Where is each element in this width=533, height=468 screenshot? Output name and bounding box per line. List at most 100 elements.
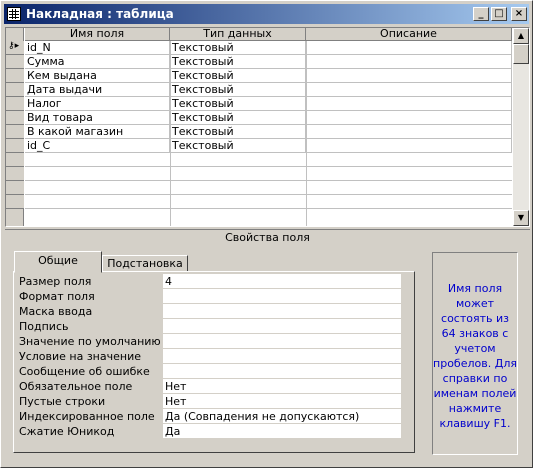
property-label: Пустые строки	[19, 395, 106, 408]
field-name-cell[interactable]: Кем выдана	[25, 69, 170, 83]
property-row: Значение по умолчанию	[19, 334, 402, 349]
property-label: Обязательное поле	[19, 380, 133, 393]
data-type-cell[interactable]: Текстовый	[170, 97, 306, 111]
property-label: Подпись	[19, 320, 69, 333]
property-label: Формат поля	[19, 290, 95, 303]
row-selector[interactable]	[6, 195, 24, 209]
vertical-scrollbar[interactable]: ▲ ▼	[513, 28, 529, 226]
description-cell[interactable]	[306, 97, 512, 111]
maximize-button[interactable]: □	[491, 7, 507, 21]
description-cell[interactable]	[306, 139, 512, 153]
property-value-field[interactable]: Нет	[163, 394, 401, 408]
property-value-field[interactable]: Нет	[163, 379, 401, 393]
title-bar[interactable]: Накладная : таблица _ □ ×	[4, 4, 529, 24]
column-header-description[interactable]: Описание	[306, 28, 512, 41]
field-name-cell[interactable]: Вид товара	[25, 111, 170, 125]
field-name-cell[interactable]: Дата выдачи	[25, 83, 170, 97]
table-row[interactable]: Сумма Текстовый	[25, 55, 512, 69]
minimize-button[interactable]: _	[473, 7, 489, 21]
row-selector[interactable]	[6, 83, 24, 97]
scroll-down-icon[interactable]: ▼	[513, 210, 529, 226]
scroll-up-icon[interactable]: ▲	[513, 28, 529, 44]
table-row[interactable]	[25, 181, 512, 195]
table-icon	[7, 7, 21, 21]
column-header-field-name[interactable]: Имя поля	[25, 28, 170, 41]
row-selector[interactable]	[6, 69, 24, 83]
row-selector[interactable]	[6, 181, 24, 195]
field-name-cell[interactable]: id_C	[25, 139, 170, 153]
data-type-cell[interactable]: Текстовый	[170, 69, 306, 83]
data-type-cell[interactable]: Текстовый	[170, 55, 306, 69]
data-type-cell[interactable]: Текстовый	[170, 125, 306, 139]
row-selector[interactable]	[6, 111, 24, 125]
table-row[interactable]: id_N Текстовый	[25, 41, 512, 55]
field-name-cell[interactable]: В какой магазин	[25, 125, 170, 139]
description-cell[interactable]	[306, 69, 512, 83]
property-value-field[interactable]	[163, 334, 401, 348]
property-row: Маска ввода	[19, 304, 402, 319]
property-value-field[interactable]	[163, 289, 401, 303]
column-header-data-type[interactable]: Тип данных	[170, 28, 306, 41]
field-grid: Имя поля Тип данных Описание ⚷▸ id_N Текст…	[5, 27, 530, 227]
window-title: Накладная : таблица	[26, 7, 174, 21]
row-selector[interactable]	[6, 167, 24, 181]
row-selector[interactable]	[6, 139, 24, 153]
data-type-cell[interactable]: Текстовый	[170, 83, 306, 97]
description-cell[interactable]	[306, 41, 512, 55]
description-cell[interactable]	[306, 111, 512, 125]
tab-lookup[interactable]: Подстановка	[102, 255, 188, 272]
table-row[interactable]: В какой магазин Текстовый	[25, 125, 512, 139]
table-row[interactable]	[25, 167, 512, 181]
data-type-cell[interactable]: Текстовый	[170, 41, 306, 55]
row-selector[interactable]	[6, 153, 24, 167]
row-selector[interactable]	[6, 97, 24, 111]
description-cell[interactable]	[306, 55, 512, 69]
row-selector[interactable]: ⚷▸	[6, 41, 24, 55]
description-cell[interactable]	[306, 83, 512, 97]
scroll-thumb[interactable]	[513, 44, 529, 64]
table-row[interactable]	[25, 195, 512, 209]
description-cell[interactable]	[306, 125, 512, 139]
property-value-field[interactable]	[163, 304, 401, 318]
field-name-cell[interactable]: Налог	[25, 97, 170, 111]
property-label: Сообщение об ошибке	[19, 365, 150, 378]
property-label: Размер поля	[19, 275, 92, 288]
field-name-cell[interactable]: id_N	[25, 41, 170, 55]
property-value-field[interactable]	[163, 349, 401, 363]
table-row[interactable]: Дата выдачи Текстовый	[25, 83, 512, 97]
property-label: Сжатие Юникод	[19, 425, 115, 438]
row-selector[interactable]	[6, 55, 24, 69]
table-row[interactable]	[25, 153, 512, 167]
tab-general[interactable]: Общие	[14, 251, 102, 273]
data-type-cell[interactable]: Текстовый	[170, 111, 306, 125]
data-type-cell[interactable]: Текстовый	[170, 139, 306, 153]
field-properties-title: Свойства поля	[5, 229, 530, 245]
property-row: Размер поля 4	[19, 274, 402, 289]
table-row[interactable]: id_C Текстовый	[25, 139, 512, 153]
property-value-field[interactable]	[163, 319, 401, 333]
close-button[interactable]: ×	[511, 7, 527, 21]
table-row[interactable]: Налог Текстовый	[25, 97, 512, 111]
property-row: Обязательное поле Нет	[19, 379, 402, 394]
table-design-window: Накладная : таблица _ □ × Имя поля Тип д…	[0, 0, 533, 468]
property-label: Индексированное поле	[19, 410, 155, 423]
property-value-field[interactable]: 4	[163, 274, 401, 288]
property-row: Подпись	[19, 319, 402, 334]
property-row: Сжатие Юникод Да	[19, 424, 402, 439]
property-label: Значение по умолчанию	[19, 335, 161, 348]
property-row: Сообщение об ошибке	[19, 364, 402, 379]
row-selector[interactable]	[6, 125, 24, 139]
property-value-field[interactable]: Да (Совпадения не допускаются)	[163, 409, 401, 423]
table-row[interactable]: Вид товара Текстовый	[25, 111, 512, 125]
help-text: Имя поля может состоять из 64 знаков с у…	[432, 252, 518, 455]
property-row: Индексированное поле Да (Совпадения не до…	[19, 409, 402, 424]
property-label: Условие на значение	[19, 350, 141, 363]
property-value-field[interactable]: Да	[163, 424, 401, 438]
table-row[interactable]: Кем выдана Текстовый	[25, 69, 512, 83]
key-icon: ⚷▸	[8, 41, 20, 51]
property-label: Маска ввода	[19, 305, 93, 318]
property-row: Условие на значение	[19, 349, 402, 364]
property-row: Формат поля	[19, 289, 402, 304]
field-name-cell[interactable]: Сумма	[25, 55, 170, 69]
property-value-field[interactable]	[163, 364, 401, 378]
